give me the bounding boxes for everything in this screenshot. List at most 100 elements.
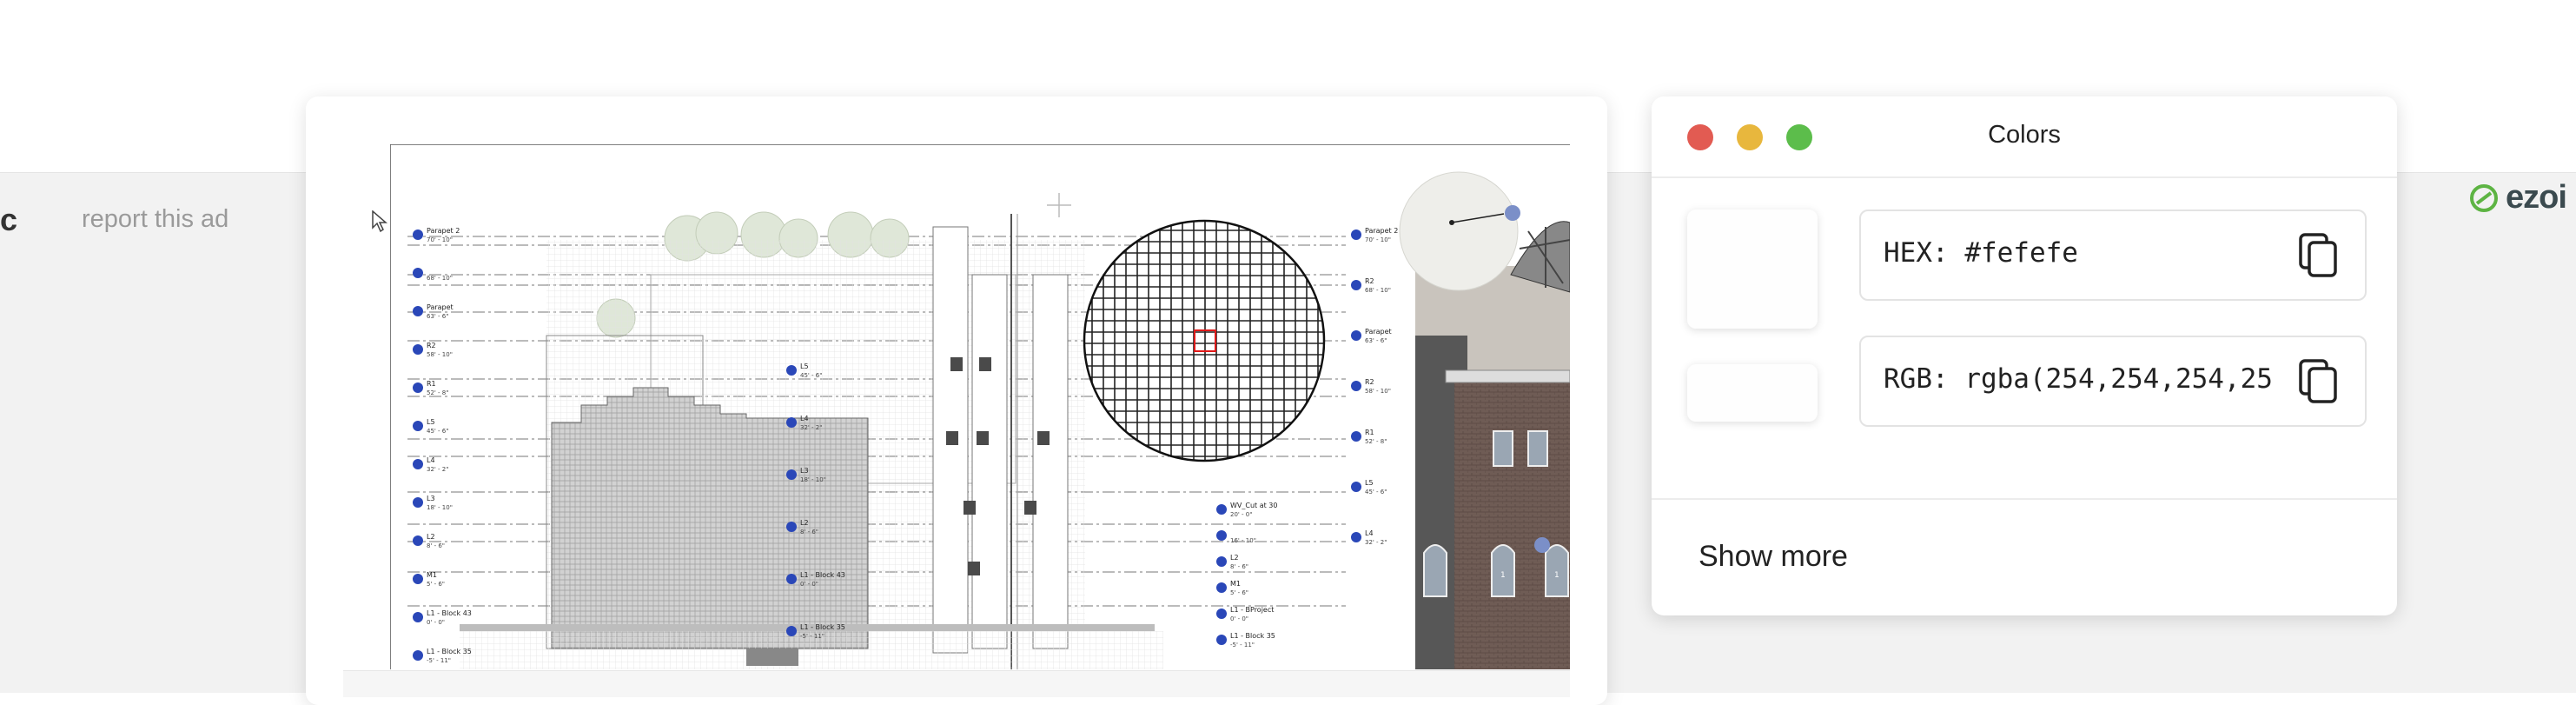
left-level-value: 0' - 0": [427, 619, 445, 626]
level-marker-icon: [413, 306, 423, 316]
right-level-value: 5' - 6": [1230, 589, 1248, 596]
panel-divider: [1652, 498, 2397, 500]
right-level-name: M1: [1230, 580, 1241, 588]
mid-level-name: L1 - Block 43: [800, 571, 845, 579]
right-level-name: L1 - Block 35: [1230, 632, 1275, 640]
render-level-name: Parapet 2: [1365, 227, 1398, 235]
hex-value-field[interactable]: HEX: #fefefe: [1859, 210, 2367, 301]
mid-level-name: L3: [800, 467, 809, 475]
level-marker-icon: [1351, 532, 1361, 542]
left-level-value: 18' - 10": [427, 504, 453, 511]
level-marker-icon: [786, 626, 797, 636]
level-marker-icon: [1216, 530, 1227, 541]
render-level-name: R2: [1365, 378, 1374, 386]
left-level-name: Parapet 2: [427, 227, 460, 235]
render-level-name: Parapet: [1365, 328, 1392, 336]
mid-level-value: -5' - 11": [800, 633, 824, 640]
left-level-value: 68' - 10": [427, 275, 453, 282]
render-level-value: 63' - 6": [1365, 337, 1387, 344]
level-marker-icon: [413, 574, 423, 584]
mid-level-value: 18' - 10": [800, 476, 826, 483]
render-level-name: R2: [1365, 277, 1374, 285]
left-level-name: L1 - Block 43: [427, 609, 472, 617]
copy-hex-icon[interactable]: [2297, 232, 2341, 279]
right-level-value: 20' - 0": [1230, 511, 1252, 518]
rgb-value-field[interactable]: RGB: rgba(254,254,254,255): [1859, 336, 2367, 427]
level-marker-icon: [413, 497, 423, 508]
left-level-name: R1: [427, 380, 436, 388]
color-swatch-large: [1687, 210, 1818, 329]
mouse-cursor-icon: [372, 210, 387, 233]
level-marker-icon: [1351, 482, 1361, 492]
level-marker-icon: [413, 650, 423, 661]
level-marker-icon: [786, 574, 797, 584]
level-marker-icon: [1351, 330, 1361, 341]
left-level-name: M1: [427, 571, 437, 579]
render-level-name: R1: [1365, 429, 1374, 436]
left-level-value: -5' - 11": [427, 657, 451, 664]
ad-left-letter: c: [0, 202, 18, 237]
render-level-name: L4: [1365, 529, 1374, 537]
rgb-value-text: RGB: rgba(254,254,254,255): [1884, 363, 2275, 395]
right-level-value: -5' - 11": [1230, 642, 1255, 648]
left-level-value: 45' - 6": [427, 428, 448, 435]
level-marker-icon: [786, 469, 797, 480]
right-level-name: L1 - BProject: [1230, 606, 1274, 614]
elevation-drawing: 11 Parapet 270' - 10"68' - 10"Parapet63'…: [390, 144, 1570, 669]
right-level-name: L2: [1230, 554, 1239, 562]
render-level-name: L5: [1365, 479, 1374, 487]
hex-value-text: HEX: #fefefe: [1884, 237, 2078, 269]
right-level-value: 8' - 6": [1230, 563, 1248, 570]
color-swatch-small: [1687, 364, 1818, 422]
mid-level-name: L1 - Block 35: [800, 623, 845, 631]
right-level-value: 16' - 10": [1230, 537, 1256, 544]
render-level-value: 45' - 6": [1365, 489, 1387, 495]
svg-text:1: 1: [1554, 571, 1560, 580]
render-level-value: 58' - 10": [1365, 388, 1391, 395]
left-level-name: L5: [427, 418, 435, 426]
level-marker-icon: [413, 382, 423, 393]
level-marker-icon: [1351, 381, 1361, 391]
colors-panel: Colors HEX: #fefefe RGB: rgba(254,254,25…: [1652, 96, 2397, 615]
level-marker-icon: [413, 421, 423, 431]
preview-bottom-bar: [343, 670, 1570, 697]
ezoic-brand-text: ezoi: [2506, 179, 2567, 216]
level-marker-icon: [413, 229, 423, 240]
left-level-name: Parapet: [427, 303, 454, 311]
left-level-name: L4: [427, 456, 435, 464]
copy-rgb-icon[interactable]: [2297, 358, 2341, 405]
render-level-value: 70' - 10": [1365, 236, 1391, 243]
mid-level-value: 45' - 6": [800, 372, 822, 379]
left-level-value: 5' - 6": [427, 581, 445, 588]
left-level-value: 52' - 8": [427, 389, 448, 396]
left-level-value: 70' - 10": [427, 236, 453, 243]
left-level-name: L2: [427, 533, 435, 541]
level-marker-icon: [1216, 609, 1227, 619]
left-level-value: 32' - 2": [427, 466, 448, 473]
render-level-value: 32' - 2": [1365, 539, 1387, 546]
level-marker-icon: [413, 459, 423, 469]
left-level-name: L3: [427, 495, 435, 502]
mid-level-name: L4: [800, 415, 809, 422]
architectural-drawing-image[interactable]: 11 Parapet 2 70' - 10" 68' - 10" Parapet 63'…: [390, 144, 1570, 669]
ezoic-logo[interactable]: ezoi: [2469, 179, 2567, 216]
level-marker-icon: [413, 535, 423, 546]
left-level-value: 58' - 10": [427, 351, 453, 358]
level-marker-icon: [413, 612, 423, 622]
panel-title: Colors: [1988, 121, 2061, 149]
mid-level-name: L5: [800, 362, 809, 370]
mid-level-value: 8' - 6": [800, 529, 818, 535]
level-marker-icon: [1216, 556, 1227, 567]
mid-level-value: 0' - 0": [800, 581, 818, 588]
level-marker-icon: [1216, 504, 1227, 515]
show-more-button[interactable]: Show more: [1699, 540, 1848, 574]
level-marker-icon: [1216, 582, 1227, 593]
svg-text:1: 1: [1500, 571, 1506, 580]
report-ad-link[interactable]: report this ad: [82, 205, 228, 234]
render-level-value: 52' - 8": [1365, 438, 1387, 445]
left-level-value: 63' - 6": [427, 313, 448, 320]
level-marker-icon: [786, 365, 797, 376]
panel-titlebar: Colors: [1652, 96, 2397, 178]
level-marker-icon: [786, 522, 797, 532]
left-level-name: L1 - Block 35: [427, 648, 472, 655]
